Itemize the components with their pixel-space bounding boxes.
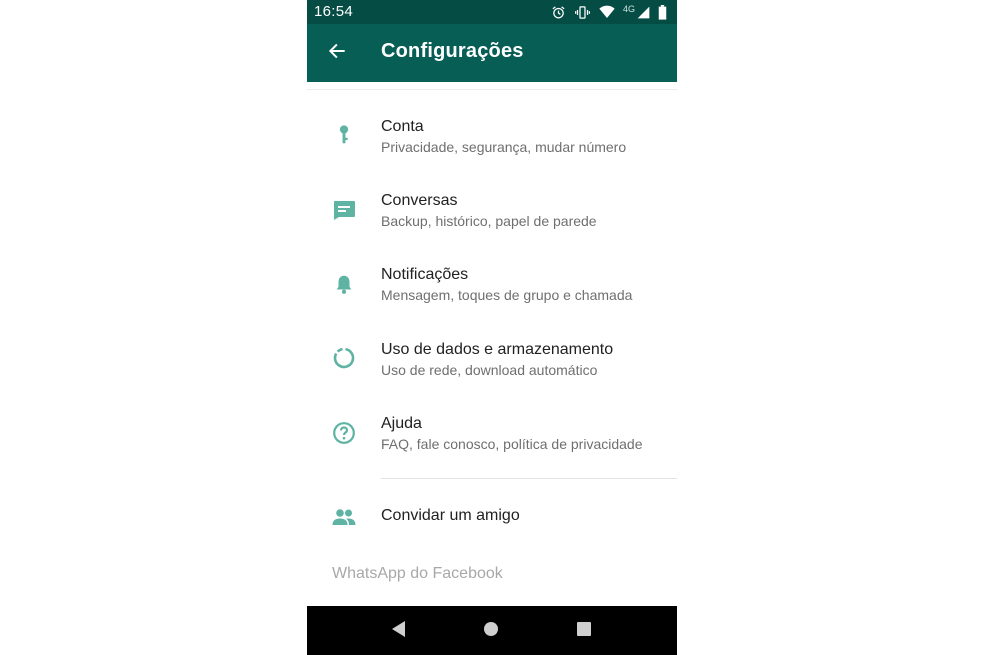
settings-item-notificacoes[interactable]: Notificações Mensagem, toques de grupo e… <box>307 254 677 328</box>
system-nav-bar <box>307 606 677 655</box>
status-bar: 16:54 4G <box>307 0 677 24</box>
chat-icon <box>331 197 357 223</box>
divider <box>307 89 677 90</box>
settings-item-uso-de-dados[interactable]: Uso de dados e armazenamento Uso de rede… <box>307 329 677 403</box>
status-icons: 4G <box>551 4 667 20</box>
settings-item-title: Notificações <box>381 266 469 283</box>
settings-item-title: Ajuda <box>381 415 422 432</box>
settings-item-title: Conversas <box>381 192 458 209</box>
settings-item-title: Uso de dados e armazenamento <box>381 341 614 358</box>
settings-item-ajuda[interactable]: Ajuda FAQ, fale conosco, política de pri… <box>307 403 677 477</box>
settings-item-subtitle: FAQ, fale conosco, política de privacida… <box>381 436 643 452</box>
page-title: Configurações <box>381 40 524 62</box>
back-button[interactable] <box>323 39 351 67</box>
nav-home-icon <box>483 621 499 642</box>
alarm-icon <box>551 5 566 20</box>
app-bar: Configurações <box>307 24 677 82</box>
arrow-back-icon <box>327 41 347 66</box>
settings-item-title: Conta <box>381 118 424 135</box>
section-divider <box>381 478 677 479</box>
battery-icon <box>658 4 667 20</box>
nav-recents-button[interactable] <box>572 619 596 643</box>
footer-text: WhatsApp do Facebook <box>332 565 503 582</box>
invite-friend-label: Convidar um amigo <box>381 507 520 524</box>
settings-item-subtitle: Privacidade, segurança, mudar número <box>381 139 627 155</box>
wifi-icon <box>599 5 615 19</box>
signal-icon <box>637 6 650 19</box>
invite-friend-item[interactable]: Convidar um amigo <box>307 490 677 544</box>
vibrate-icon <box>574 5 591 20</box>
people-icon <box>331 504 357 530</box>
settings-item-conversas[interactable]: Conversas Backup, histórico, papel de pa… <box>307 180 677 254</box>
settings-item-conta[interactable]: Conta Privacidade, segurança, mudar núme… <box>307 106 677 180</box>
data-usage-icon <box>331 345 357 371</box>
nav-home-button[interactable] <box>479 619 503 643</box>
network-type-label: 4G <box>622 4 635 14</box>
settings-item-subtitle: Mensagem, toques de grupo e chamada <box>381 287 633 303</box>
settings-item-subtitle: Backup, histórico, papel de parede <box>381 213 597 229</box>
key-icon <box>331 122 357 148</box>
page: 16:54 4G Configurações Conta Privacidade… <box>0 0 984 655</box>
nav-back-icon <box>391 620 407 643</box>
bell-icon <box>331 271 357 297</box>
settings-item-subtitle: Uso de rede, download automático <box>381 362 598 378</box>
status-time: 16:54 <box>314 3 354 20</box>
phone-screen: 16:54 4G Configurações Conta Privacidade… <box>307 0 677 655</box>
nav-recents-icon <box>576 621 592 642</box>
help-icon <box>331 420 357 446</box>
nav-back-button[interactable] <box>387 619 411 643</box>
